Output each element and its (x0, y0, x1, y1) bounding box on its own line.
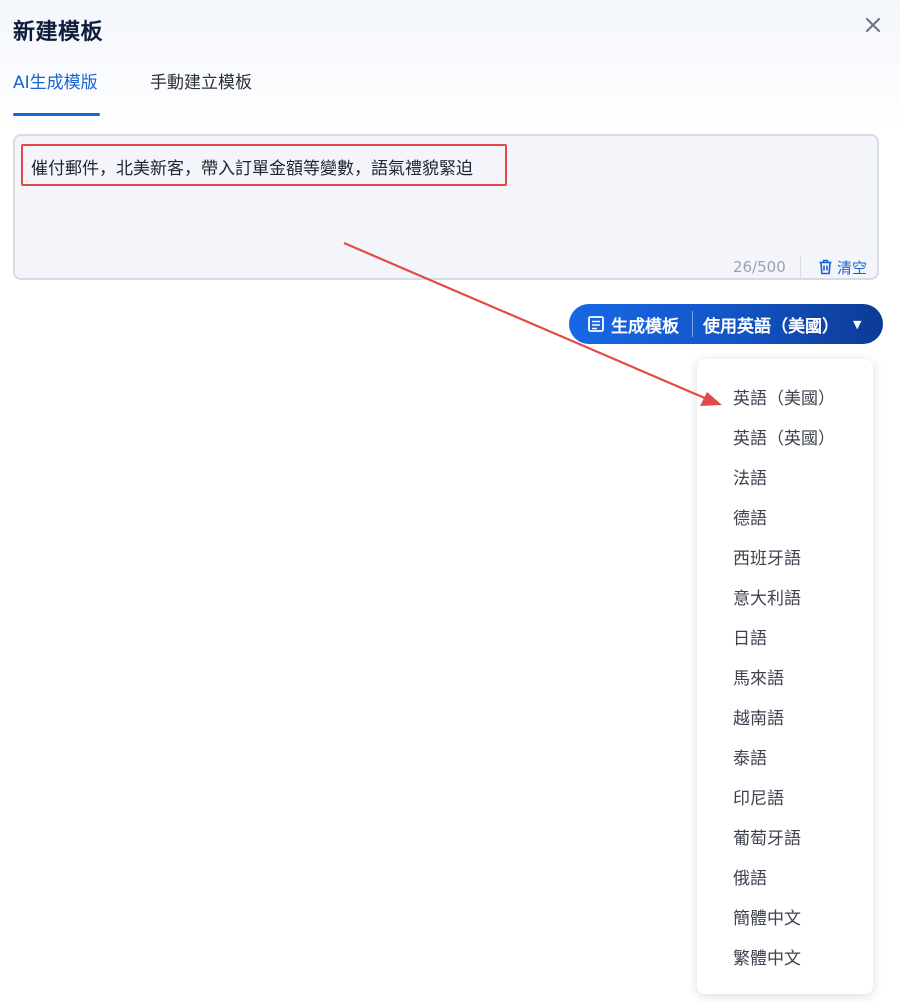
dialog-title: 新建模板 (13, 20, 104, 45)
char-counter: 26/500 (733, 258, 786, 276)
language-option[interactable]: 越南語 (733, 704, 784, 729)
language-option[interactable]: 意大利語 (733, 584, 801, 609)
caret-down-icon: ▼ (853, 317, 862, 331)
language-option[interactable]: 繁體中文 (733, 944, 801, 969)
language-option[interactable]: 印尼語 (733, 784, 784, 809)
prompt-textarea[interactable]: 催付郵件，北美新客，帶入訂單金額等變數，語氣禮貌緊迫 26/500 清空 (13, 134, 879, 280)
tab-manual-create[interactable]: 手動建立模板 (150, 68, 252, 93)
generate-template-button[interactable]: 生成模板 (569, 304, 692, 344)
tab-active-indicator (13, 113, 100, 116)
tab-ai-generate[interactable]: AI生成模版 (13, 68, 98, 93)
language-option[interactable]: 英語（英國） (733, 424, 835, 449)
language-dropdown-menu: 英語（美國） 英語（英國） 法語 德語 西班牙語 意大利語 日語 馬來語 越南語… (697, 359, 873, 994)
language-option[interactable]: 泰語 (733, 744, 767, 769)
language-option[interactable]: 葡萄牙語 (733, 824, 801, 849)
language-option[interactable]: 西班牙語 (733, 544, 801, 569)
document-icon (588, 316, 604, 332)
close-icon (866, 18, 880, 32)
header-background (0, 0, 900, 130)
language-option[interactable]: 德語 (733, 504, 767, 529)
language-select-button[interactable]: 使用英語（美國） ▼ (693, 304, 883, 344)
counter-divider (800, 256, 801, 278)
language-option[interactable]: 俄語 (733, 864, 767, 889)
clear-button[interactable]: 清空 (818, 256, 867, 278)
language-option[interactable]: 日語 (733, 624, 767, 649)
clear-label: 清空 (837, 258, 868, 277)
generate-label: 生成模板 (611, 316, 679, 337)
language-option[interactable]: 法語 (733, 464, 767, 489)
trash-icon (819, 259, 832, 275)
prompt-text: 催付郵件，北美新客，帶入訂單金額等變數，語氣禮貌緊迫 (31, 159, 473, 179)
generate-button-group: 生成模板 使用英語（美國） ▼ (569, 304, 883, 344)
language-option[interactable]: 英語（美國） (733, 384, 835, 409)
language-option[interactable]: 馬來語 (733, 664, 784, 689)
language-option[interactable]: 簡體中文 (733, 904, 801, 929)
language-label: 使用英語（美國） (703, 316, 839, 337)
close-button[interactable] (860, 12, 886, 38)
